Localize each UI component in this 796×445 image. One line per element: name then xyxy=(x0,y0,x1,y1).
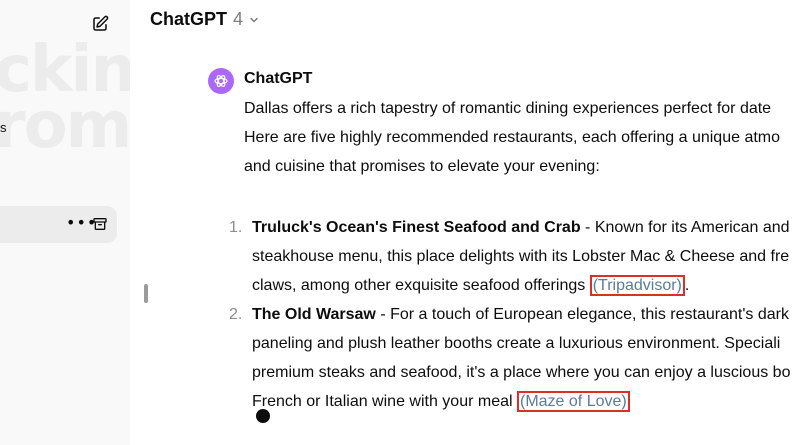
restaurant-name: Truluck's Ocean's Finest Seafood and Cra… xyxy=(252,219,581,236)
sidebar-resize-handle[interactable] xyxy=(144,284,148,303)
archive-icon[interactable] xyxy=(92,216,108,232)
model-selector[interactable]: ChatGPT 4 xyxy=(150,9,259,30)
model-name: ChatGPT xyxy=(150,9,228,29)
sidebar-background-art: ckin rom xyxy=(0,33,130,163)
citation-link[interactable]: (Tripadvisor) xyxy=(589,275,685,296)
list-item: 1. Truluck's Ocean's Finest Seafood and … xyxy=(229,213,796,300)
list-number: 2. xyxy=(229,306,243,323)
new-chat-button[interactable] xyxy=(89,13,111,35)
streaming-cursor-dot xyxy=(256,409,270,423)
openai-logo-icon xyxy=(214,75,228,87)
item-line: The Old Warsaw - For a touch of European… xyxy=(252,306,789,323)
item-line: paneling and plush leather booths create… xyxy=(252,335,781,352)
list-number: 1. xyxy=(229,219,243,236)
message-sender: ChatGPT xyxy=(244,70,313,87)
citation-link[interactable]: (Maze of Love) xyxy=(517,391,630,412)
model-version: 4 xyxy=(233,9,244,29)
assistant-message: Dallas offers a rich tapestry of romanti… xyxy=(229,94,796,416)
sidebar-text-fragment: s xyxy=(0,120,7,135)
edit-icon xyxy=(93,15,109,31)
item-line: steakhouse menu, this place delights wit… xyxy=(252,248,790,265)
item-line: Truluck's Ocean's Finest Seafood and Cra… xyxy=(252,219,790,236)
sidebar: ckin rom s ••• xyxy=(0,0,130,445)
chevron-down-icon xyxy=(250,17,258,22)
restaurant-list: 1. Truluck's Ocean's Finest Seafood and … xyxy=(229,213,796,416)
intro-line: and cuisine that promises to elevate you… xyxy=(244,158,600,175)
assistant-avatar xyxy=(208,68,234,94)
restaurant-name: The Old Warsaw xyxy=(252,306,376,323)
intro-line: Dallas offers a rich tapestry of romanti… xyxy=(244,100,772,117)
intro-line: Here are five highly recommended restaur… xyxy=(244,129,781,146)
item-line: claws, among other exquisite seafood off… xyxy=(252,275,690,296)
sidebar-active-chat-item[interactable]: ••• xyxy=(0,206,117,243)
item-line: French or Italian wine with your meal (M… xyxy=(244,387,796,416)
list-item: 2. The Old Warsaw - For a touch of Europ… xyxy=(229,300,796,416)
item-line: premium steaks and seafood, it's a place… xyxy=(252,364,791,381)
